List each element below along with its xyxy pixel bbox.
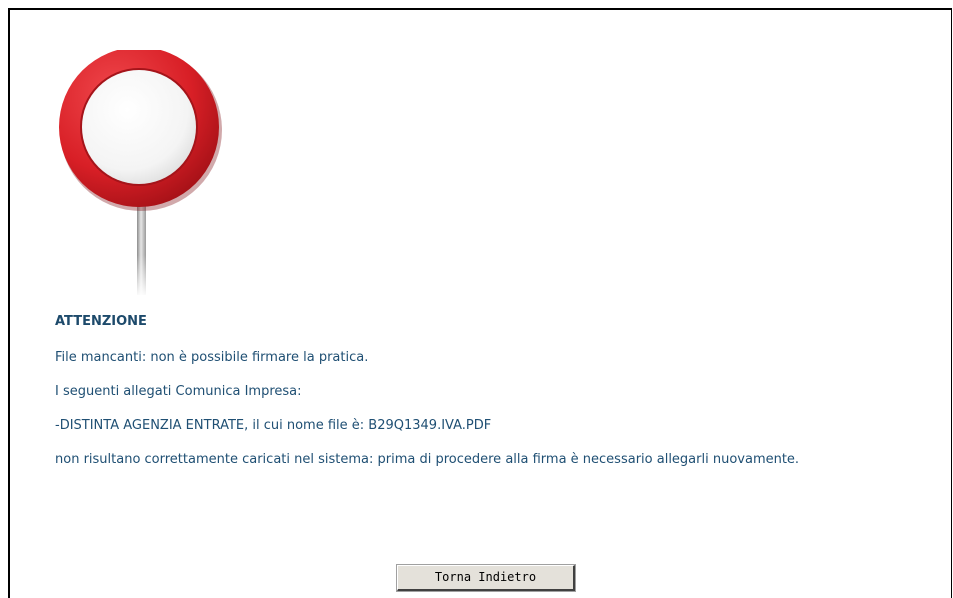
attention-heading: ATTENZIONE [55,314,147,329]
page-frame: ATTENZIONE File mancanti: non è possibil… [8,8,952,598]
message-panel: ATTENZIONE File mancanti: non è possibil… [55,312,945,469]
attachments-intro: I seguenti allegati Comunica Impresa: [55,384,302,399]
reupload-instruction: non risultano correttamente caricati nel… [55,452,800,467]
back-button[interactable]: Torna Indietro [396,564,576,592]
actions-bar: Torna Indietro [10,564,953,592]
attachment-item: -DISTINTA AGENZIA ENTRATE, il cui nome f… [55,418,492,433]
missing-files-message: File mancanti: non è possibile firmare l… [55,350,369,365]
no-entry-sign-icon [59,50,222,297]
